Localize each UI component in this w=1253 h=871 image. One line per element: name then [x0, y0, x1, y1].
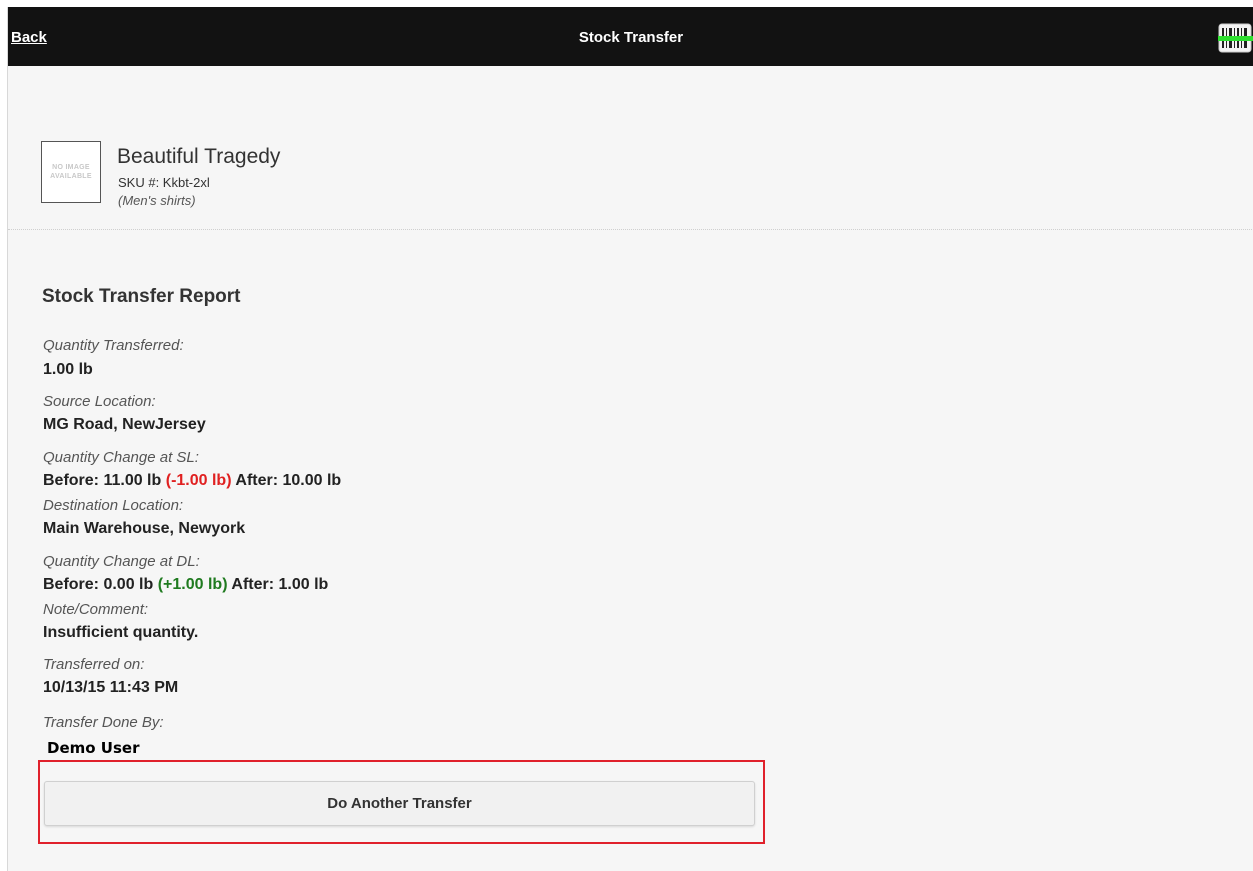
done-by-value: Demo User: [47, 739, 140, 757]
product-name: Beautiful Tragedy: [117, 145, 281, 168]
app-frame: Back Stock Transfer NO IMAGE AVAILABLE B…: [7, 7, 1253, 871]
transferred-on-label: Transferred on:: [43, 656, 145, 673]
dl-delta: (+1.00 lb): [157, 576, 228, 593]
transferred-on-value: 10/13/15 11:43 PM: [43, 679, 179, 696]
section-divider: [8, 229, 1253, 230]
sl-delta: (-1.00 lb): [165, 472, 232, 489]
dl-after: After: 1.00 lb: [231, 576, 329, 593]
source-location-label: Source Location:: [43, 393, 156, 410]
page-title: Stock Transfer: [578, 29, 684, 46]
destination-location-label: Destination Location:: [43, 497, 184, 514]
qty-transferred-label: Quantity Transferred:: [43, 337, 184, 354]
top-navigation-bar: Back Stock Transfer: [8, 7, 1253, 66]
qty-change-sl-label: Quantity Change at SL:: [43, 449, 199, 466]
qty-transferred-value: 1.00 lb: [43, 361, 93, 378]
qty-change-sl-value: Before: 11.00 lb (-1.00 lb) After: 10.00…: [43, 472, 341, 490]
no-image-text-2: AVAILABLE: [50, 173, 92, 180]
sl-before: Before: 11.00 lb: [43, 472, 162, 489]
barcode-scanner-icon[interactable]: [1218, 22, 1253, 54]
product-image-placeholder: NO IMAGE AVAILABLE: [41, 141, 101, 203]
do-another-transfer-button[interactable]: Do Another Transfer: [44, 781, 755, 826]
report-title: Stock Transfer Report: [42, 286, 241, 307]
source-location-value: MG Road, NewJersey: [43, 416, 206, 433]
product-category: (Men's shirts): [118, 193, 196, 208]
product-sku: SKU #: Kkbt-2xl: [118, 175, 210, 190]
note-value: Insufficient quantity.: [43, 624, 199, 641]
qty-change-dl-label: Quantity Change at DL:: [43, 553, 200, 570]
no-image-text: NO IMAGE: [52, 164, 90, 171]
qty-change-dl-value: Before: 0.00 lb (+1.00 lb) After: 1.00 l…: [43, 576, 328, 594]
destination-location-value: Main Warehouse, Newyork: [43, 520, 246, 537]
dl-before: Before: 0.00 lb: [43, 576, 154, 593]
done-by-label: Transfer Done By:: [43, 714, 164, 731]
note-label: Note/Comment:: [43, 601, 149, 618]
sl-after: After: 10.00 lb: [235, 472, 342, 489]
